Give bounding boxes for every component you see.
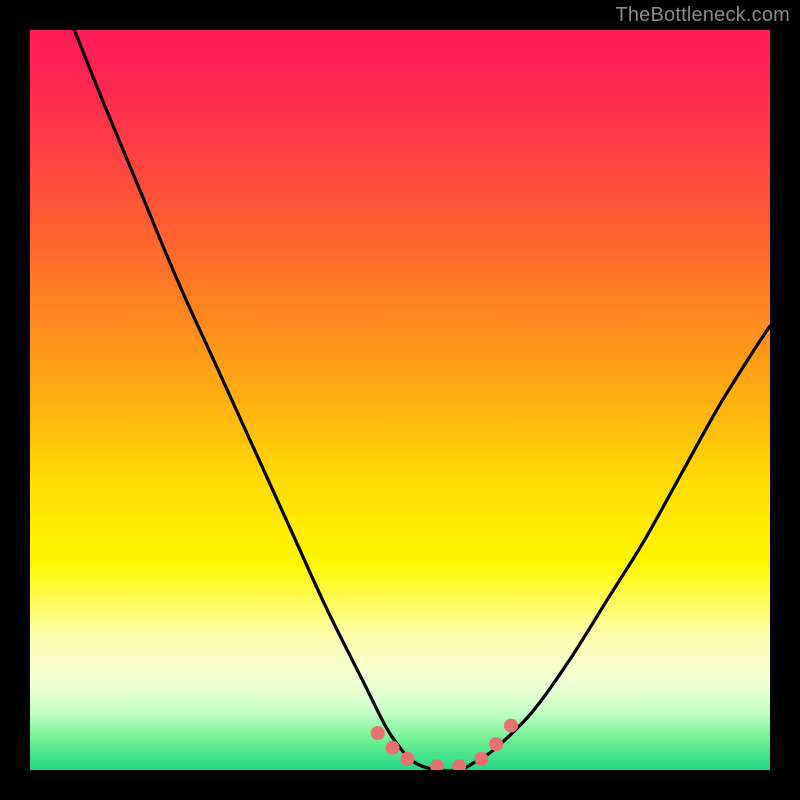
highlight-dot bbox=[430, 759, 444, 770]
highlight-dot bbox=[489, 737, 503, 751]
highlight-dot bbox=[400, 752, 414, 766]
highlight-dot bbox=[452, 759, 466, 770]
plot-area bbox=[30, 30, 770, 770]
highlight-dot bbox=[504, 719, 518, 733]
highlight-dot bbox=[371, 726, 385, 740]
highlight-dot bbox=[474, 752, 488, 766]
chart-frame: TheBottleneck.com bbox=[0, 0, 800, 800]
watermark-text: TheBottleneck.com bbox=[615, 4, 790, 27]
bottleneck-curve bbox=[30, 30, 770, 770]
highlight-dot bbox=[386, 741, 400, 755]
